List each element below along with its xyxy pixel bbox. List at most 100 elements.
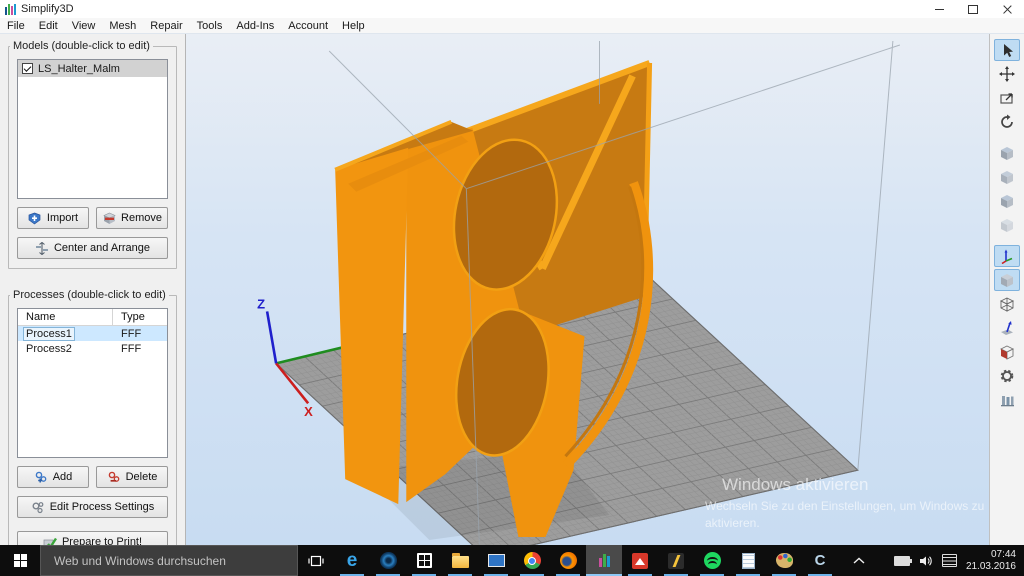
solid-view-toggle[interactable]: [994, 269, 1020, 291]
chevron-up-icon: [853, 557, 865, 565]
cross-section-tool[interactable]: [994, 341, 1020, 363]
processes-group: Processes (double-click to edit) Name Ty…: [8, 295, 177, 563]
ccleaner-icon: C: [815, 553, 826, 568]
add-process-button[interactable]: Add: [17, 466, 89, 488]
add-process-icon: [34, 470, 48, 484]
menu-repair[interactable]: Repair: [143, 20, 189, 32]
taskbar-app-spotify[interactable]: [694, 545, 730, 576]
scale-tool[interactable]: [994, 87, 1020, 109]
menu-file[interactable]: File: [0, 20, 32, 32]
taskbar-clock[interactable]: 07:44 21.03.2016: [966, 549, 1016, 573]
view-preset-2-button[interactable]: [994, 166, 1020, 188]
taskbar-search[interactable]: [40, 545, 298, 576]
tray-action-center[interactable]: [942, 554, 957, 567]
sketchup-icon: [632, 553, 648, 569]
viewport-3d[interactable]: X Z: [186, 34, 989, 545]
taskbar-app-explorer[interactable]: [442, 545, 478, 576]
battery-icon: [894, 556, 910, 566]
restore-button[interactable]: [956, 0, 990, 18]
delete-process-button[interactable]: Delete: [96, 466, 168, 488]
restore-icon: [968, 5, 978, 14]
process1-name[interactable]: Process1: [23, 327, 75, 341]
tray-battery-icon[interactable]: [894, 556, 910, 566]
center-arrange-icon: [35, 241, 49, 255]
edit-process-label: Edit Process Settings: [50, 501, 155, 513]
rotate-icon: [999, 114, 1015, 130]
menu-view[interactable]: View: [65, 20, 103, 32]
task-view-button[interactable]: [298, 545, 334, 576]
tray-antivirus-icon[interactable]: [874, 555, 885, 566]
minimize-button[interactable]: [922, 0, 956, 18]
menu-addins[interactable]: Add-Ins: [229, 20, 281, 32]
paint-palette-icon: [776, 553, 793, 568]
import-button[interactable]: Import: [17, 207, 89, 229]
menu-account[interactable]: Account: [281, 20, 335, 32]
close-button[interactable]: [990, 0, 1024, 18]
tray-expand-chevron[interactable]: [853, 557, 865, 565]
lightning-app-icon: [668, 553, 684, 569]
close-icon: [1002, 4, 1013, 15]
start-button[interactable]: [0, 545, 40, 576]
taskbar-app-chrome[interactable]: [514, 545, 550, 576]
view-preset-1-button[interactable]: [994, 142, 1020, 164]
search-input[interactable]: [41, 553, 297, 569]
coordinate-axes-toggle[interactable]: [994, 245, 1020, 267]
col-type: Type: [113, 309, 167, 325]
taskbar-app-store[interactable]: [406, 545, 442, 576]
model-list-item[interactable]: LS_Halter_Malm: [18, 60, 167, 77]
add-process-label: Add: [53, 471, 73, 483]
notepad-icon: [742, 553, 755, 569]
model-checkbox[interactable]: [22, 63, 33, 74]
taskbar-app-firefox[interactable]: [550, 545, 586, 576]
speaker-icon: [919, 555, 933, 567]
taskbar-app-lightning[interactable]: [658, 545, 694, 576]
process-row-1[interactable]: Process1 FFF: [18, 326, 167, 341]
scene-3d: X Z: [186, 34, 989, 545]
taskbar-app-paint[interactable]: [766, 545, 802, 576]
system-tray: 07:44 21.03.2016: [853, 545, 1024, 576]
simplify3d-icon: [599, 554, 610, 567]
surface-normals-toggle[interactable]: [994, 317, 1020, 339]
support-structures-button[interactable]: [994, 389, 1020, 411]
view-cube-icon: [999, 145, 1015, 161]
gear-icon: [999, 368, 1015, 384]
view-preset-4-button[interactable]: [994, 214, 1020, 236]
view-cube-icon: [999, 217, 1015, 233]
machine-settings-button[interactable]: [994, 365, 1020, 387]
minimize-icon: [935, 9, 944, 10]
cursor-select-tool[interactable]: [994, 39, 1020, 61]
models-group: Models (double-click to edit) LS_Halter_…: [8, 46, 177, 269]
delete-process-label: Delete: [126, 471, 158, 483]
menu-edit[interactable]: Edit: [32, 20, 65, 32]
clock-date: 21.03.2016: [966, 561, 1016, 573]
view-preset-3-button[interactable]: [994, 190, 1020, 212]
taskbar-app-simplify3d[interactable]: [586, 545, 622, 576]
wireframe-view-toggle[interactable]: [994, 293, 1020, 315]
menu-mesh[interactable]: Mesh: [102, 20, 143, 32]
center-arrange-label: Center and Arrange: [54, 242, 150, 254]
window-title: Simplify3D: [21, 3, 74, 15]
remove-button[interactable]: Remove: [96, 207, 168, 229]
edit-process-settings-button[interactable]: Edit Process Settings: [17, 496, 168, 518]
models-list[interactable]: LS_Halter_Malm: [17, 59, 168, 199]
taskbar-app-photo[interactable]: [478, 545, 514, 576]
action-center-icon: [942, 554, 957, 567]
process-table[interactable]: Name Type Process1 FFF Process2 FFF: [17, 308, 168, 458]
center-and-arrange-button[interactable]: Center and Arrange: [17, 237, 168, 259]
process-row-2[interactable]: Process2 FFF: [18, 341, 167, 356]
taskbar-app-sketchup[interactable]: [622, 545, 658, 576]
left-panel: Models (double-click to edit) LS_Halter_…: [0, 34, 186, 545]
z-axis-label: Z: [257, 296, 265, 311]
tray-volume-icon[interactable]: [919, 555, 933, 567]
solid-cube-icon: [999, 272, 1015, 288]
taskbar-app-blue-circle[interactable]: [370, 545, 406, 576]
surface-normal-icon: [999, 320, 1015, 336]
menu-tools[interactable]: Tools: [190, 20, 230, 32]
screen: { "window": { "title": "Simplify3D" }, "…: [0, 0, 1024, 576]
rotate-tool[interactable]: [994, 111, 1020, 133]
menu-help[interactable]: Help: [335, 20, 372, 32]
taskbar-app-ccleaner[interactable]: C: [802, 545, 838, 576]
taskbar-app-edge[interactable]: e: [334, 545, 370, 576]
translate-tool[interactable]: [994, 63, 1020, 85]
taskbar-app-notepad[interactable]: [730, 545, 766, 576]
